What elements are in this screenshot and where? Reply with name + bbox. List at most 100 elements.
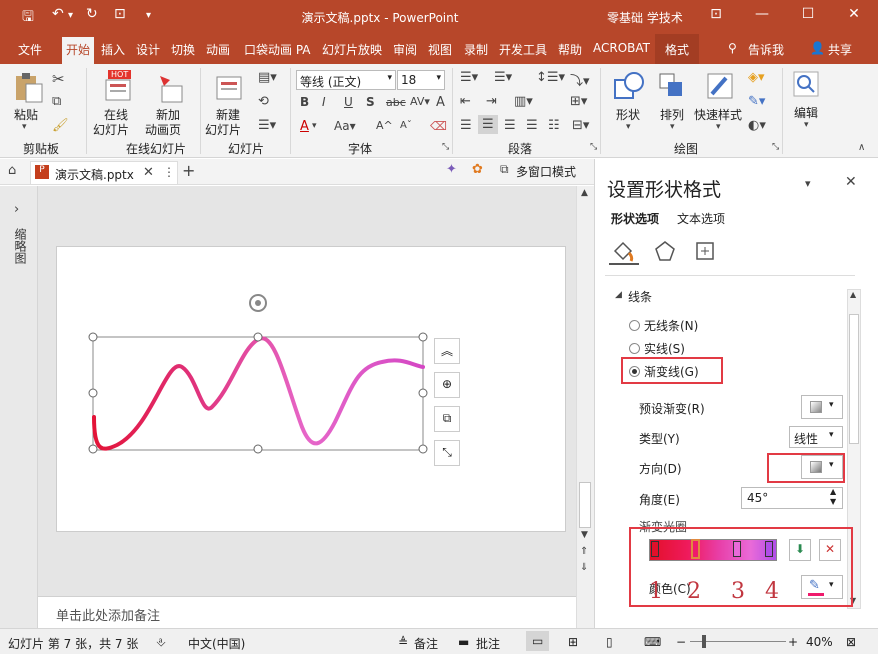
tab-insert[interactable]: 插入 <box>101 41 125 58</box>
zoom-in-icon[interactable]: + <box>788 635 798 649</box>
gradient-wave-line[interactable] <box>92 336 425 451</box>
tab-help[interactable]: 帮助 <box>558 41 582 58</box>
scroll-up-icon[interactable]: ▲ <box>581 188 588 198</box>
resize-handle[interactable] <box>253 332 263 342</box>
collapse-ribbon-icon[interactable]: ∧ <box>858 142 865 153</box>
copy-icon[interactable]: ⧉ <box>52 94 61 109</box>
strikethrough-icon[interactable]: abc <box>386 96 406 109</box>
new-slide-line2[interactable]: 幻灯片 <box>205 121 241 138</box>
effects-pentagon-icon[interactable] <box>653 239 677 263</box>
radio-no-line[interactable]: 无线条(N) <box>629 317 698 334</box>
new-anim-page-icon[interactable] <box>156 72 184 104</box>
format-painter-icon[interactable]: 🖌 <box>52 118 69 133</box>
close-tab-icon[interactable]: ✕ <box>143 165 154 180</box>
text-direction-icon[interactable]: ⤵▾ <box>570 70 590 89</box>
tab-transitions[interactable]: 切换 <box>171 41 195 58</box>
resize-handle[interactable] <box>253 444 263 454</box>
align-right-icon[interactable]: ☰ <box>504 118 516 133</box>
tab-format[interactable]: 格式 <box>655 34 700 64</box>
user-name[interactable]: 零基础 学技术 <box>607 9 683 26</box>
clear-format-icon[interactable]: ⌫ <box>430 119 447 133</box>
layout-icon[interactable]: ▤▾ <box>258 70 277 85</box>
tab-file[interactable]: 文件 <box>18 41 42 58</box>
arrange-button[interactable]: 排列 <box>660 106 684 123</box>
normal-view-icon[interactable]: ▭ <box>526 631 550 651</box>
multi-window-button[interactable]: 多窗口模式 <box>516 163 576 180</box>
italic-icon[interactable]: I <box>322 95 326 109</box>
change-case-icon[interactable]: Aa▾ <box>334 119 356 133</box>
font-dialog-launcher-icon[interactable]: ⤡ <box>442 142 449 152</box>
wave-shape-svg[interactable] <box>57 247 567 533</box>
type-dropdown[interactable]: 线性 ▾ <box>789 426 843 448</box>
bullets-icon[interactable]: ☰▾ <box>460 70 478 85</box>
increase-font-icon[interactable]: A^ <box>376 119 393 132</box>
slide-info[interactable]: 幻灯片 第 7 张，共 7 张 <box>8 635 138 652</box>
accessibility-icon[interactable]: ⎀ <box>156 635 166 650</box>
fill-icon[interactable]: ◈▾ <box>748 70 765 85</box>
tab-design[interactable]: 设计 <box>136 41 160 58</box>
tab-view[interactable]: 视图 <box>428 41 452 58</box>
justify-icon[interactable]: ☰ <box>526 118 538 133</box>
char-spacing-icon[interactable]: AV▾ <box>410 95 430 108</box>
pane-close-icon[interactable]: ✕ <box>845 174 857 190</box>
person-icon[interactable]: 👤 <box>810 41 825 55</box>
case-icon[interactable]: A <box>436 95 445 110</box>
tell-me-input[interactable]: 告诉我 <box>748 41 784 58</box>
scroll-down-icon[interactable]: ▼ <box>581 530 588 540</box>
expand-thumbnails-icon[interactable]: › <box>14 202 19 217</box>
spinner-arrows-icon[interactable]: ▲ ▼ <box>830 487 836 507</box>
align-left-icon[interactable]: ☰ <box>460 118 472 133</box>
font-color-icon[interactable]: A <box>300 119 309 134</box>
rotate-handle-icon[interactable] <box>249 294 267 312</box>
tab-menu-icon[interactable]: ⋮ <box>163 165 175 179</box>
decrease-indent-icon[interactable]: ⇤ <box>460 94 471 109</box>
quick-styles-icon[interactable] <box>704 70 738 104</box>
online-slides-line2[interactable]: 幻灯片 <box>93 121 129 138</box>
fit-to-window-icon[interactable]: ⊠ <box>846 635 856 649</box>
tab-text-options[interactable]: 文本选项 <box>677 210 725 227</box>
cut-icon[interactable]: ✂ <box>52 70 65 88</box>
resize-handle[interactable] <box>418 444 428 454</box>
shapes-button[interactable]: 形状 <box>616 106 640 123</box>
prev-slide-icon[interactable]: ⇑ <box>580 546 588 557</box>
align-button[interactable]: ⊕ <box>434 372 460 398</box>
resize-handle[interactable] <box>418 388 428 398</box>
angle-spinner[interactable]: 45° ▲ ▼ <box>741 487 843 509</box>
notes-area[interactable]: 单击此处添加备注 <box>38 596 576 628</box>
align-center-icon[interactable]: ☰ <box>478 115 498 134</box>
quick-styles-button[interactable]: 快速样式 <box>694 106 742 123</box>
multi-window-icon[interactable]: ⧉ <box>500 162 509 177</box>
tab-animations[interactable]: 动画 <box>206 41 230 58</box>
outline-icon[interactable]: ✎▾ <box>748 94 765 109</box>
columns-icon[interactable]: ▥▾ <box>514 94 533 109</box>
settings-gear-icon[interactable]: ✿ <box>472 162 483 177</box>
resize-handle[interactable] <box>88 388 98 398</box>
distributed-icon[interactable]: ☷ <box>548 118 560 133</box>
tab-shape-options[interactable]: 形状选项 <box>611 210 659 227</box>
quick-styles-dropdown-icon[interactable]: ▾ <box>716 122 721 132</box>
tab-developer[interactable]: 开发工具 <box>499 41 547 58</box>
close-icon[interactable]: ✕ <box>844 6 864 22</box>
reading-view-icon[interactable]: ▯ <box>606 635 613 649</box>
zoom-slider-thumb[interactable] <box>702 635 706 648</box>
shapes-icon[interactable] <box>612 70 646 104</box>
pane-options-icon[interactable]: ▾ <box>805 177 811 190</box>
smartart-icon[interactable]: ⊟▾ <box>572 118 589 133</box>
align-text-icon[interactable]: ⊞▾ <box>570 94 587 109</box>
editor-scrollbar[interactable]: ▲ ▼ ⇑ ⇓ <box>576 186 594 628</box>
font-color-dropdown-icon[interactable]: ▾ <box>312 121 317 131</box>
share-button[interactable]: 共享 <box>828 41 852 58</box>
tab-home[interactable]: 开始 <box>62 37 95 64</box>
resize-quick-button[interactable]: ⤡ <box>434 440 460 466</box>
paragraph-dialog-launcher-icon[interactable]: ⤡ <box>590 142 597 152</box>
edit-dropdown-icon[interactable]: ▾ <box>804 120 809 130</box>
font-size-combo[interactable]: 18 ▾ <box>397 70 445 90</box>
ribbon-display-icon[interactable]: ⊡ <box>706 6 726 22</box>
resize-handle[interactable] <box>88 444 98 454</box>
arrange-quick-button[interactable]: ⧉ <box>434 406 460 432</box>
edit-icon[interactable] <box>792 70 820 100</box>
arrange-dropdown-icon[interactable]: ▾ <box>670 122 675 132</box>
magic-icon[interactable]: ✦ <box>446 162 457 177</box>
line-spacing-icon[interactable]: ↕☰▾ <box>536 70 565 85</box>
arrange-icon[interactable] <box>656 70 688 104</box>
